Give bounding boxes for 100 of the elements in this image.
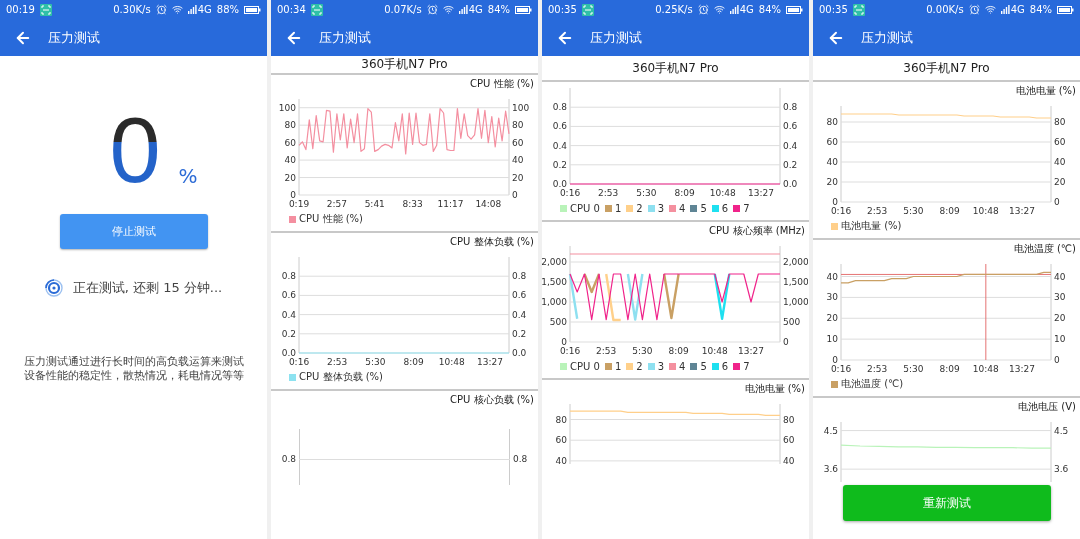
axis-tick-label: 0.8 [281,271,296,282]
axis-tick-label: 0.0 [783,179,798,189]
app-title: 压力测试 [590,28,642,47]
alarm-icon [968,4,980,15]
alarm-icon [697,4,709,15]
axis-tick-label: 0 [561,337,567,347]
axis-tick-label: 500 [549,317,567,327]
axis-tick-label: 2,000 [783,257,808,267]
battery-icon [786,5,803,14]
app-title: 压力测试 [48,28,100,47]
legend-label: CPU 0 [570,360,600,372]
axis-tick-label: 2:53 [327,357,348,367]
axis-tick-label: 60 [284,137,296,148]
wifi-icon [984,4,996,15]
axis-tick-label: 8:09 [668,346,689,356]
signal-icon [729,5,739,14]
spinner-icon [44,279,63,297]
axis-tick-label: 0.8 [280,454,296,464]
axis-tick-label: 0:16 [559,346,581,356]
axis-tick-label: 0 [512,190,518,200]
axis-tick-label: 5:30 [632,346,653,356]
axis-tick-label: 20 [826,177,838,187]
axis-tick-label: 80 [826,117,838,127]
status-text: 正在测试, 还剩 15 分钟... [72,279,223,297]
network-type: 4G [739,4,754,15]
axis-tick-label: 0 [1054,197,1060,207]
axis-tick-label: 10:48 [972,364,999,374]
axis-tick-label: 0:16 [559,188,581,198]
axis-tick-label: 10:48 [972,206,999,216]
network-type: 4G [468,4,483,15]
axis-tick-label: 0.6 [552,121,567,132]
axis-tick-label: 0.2 [783,159,798,170]
axis-tick-label: 0.2 [552,159,567,170]
network-speed: 0.00K/s [926,4,964,15]
retest-button[interactable]: 重新测试 [842,485,1051,521]
chart-title: CPU 性能 (%) [470,77,535,91]
axis-tick-label: 100 [512,102,530,113]
axis-tick-label: 2:53 [867,206,888,216]
network-type: 4G [1010,4,1025,15]
axis-tick-label: 0 [1054,355,1060,365]
stop-button[interactable]: 停止测试 [59,214,208,249]
description-text: 压力测试通过进行长时间的高负载运算来测试设备性能的稳定性，散热情况，耗电情况等等 [23,355,244,383]
axis-tick-label: 13:27 [747,188,774,198]
legend-label: 电池温度 (℃) [841,377,904,391]
axis-tick-label: 4.5 [823,425,838,436]
legend-label: CPU 整体负载 (%) [299,370,383,384]
signal-icon [458,5,468,14]
axis-tick-label: 13:27 [738,346,764,356]
axis-tick-label: 0.6 [512,290,527,301]
axis-tick-label: 1,000 [542,297,567,307]
axis-tick-label: 0.0 [552,179,567,189]
axis-tick-label: 0.4 [281,309,296,320]
app-icon [581,3,594,16]
axis-tick-label: 0.4 [512,309,527,320]
axis-tick-label: 10 [826,334,838,345]
progress-unit: % [178,164,198,188]
legend-label: 3 [657,360,664,372]
axis-tick-label: 3.6 [1054,464,1069,475]
axis-tick-label: 20 [284,172,296,183]
legend-label: 3 [657,202,664,214]
axis-tick-label: 100 [278,102,296,113]
axis-tick-label: 0.4 [783,140,798,151]
device-title: 360手机N7 Pro [813,56,1080,82]
axis-tick-label: 5:30 [636,188,657,198]
axis-tick-label: 0.8 [552,102,567,113]
axis-tick-label: 13:27 [476,357,503,367]
axis-tick-label: 40 [826,271,838,282]
battery-percent: 84% [487,4,510,15]
network-type: 4G [197,4,212,15]
axis-tick-label: 8:09 [939,206,960,216]
axis-tick-label: 14:08 [475,199,502,209]
axis-tick-label: 80 [512,120,524,131]
status-time: 00:35 [548,4,577,15]
axis-tick-label: 4.5 [1054,425,1069,436]
axis-tick-label: 0 [832,355,838,365]
battery-percent: 88% [216,4,239,15]
axis-tick-label: 30 [1054,292,1066,303]
axis-tick-label: 5:30 [903,206,924,216]
legend-label: 2 [636,360,643,372]
legend-label: 5 [700,202,707,214]
axis-tick-label: 40 [826,157,838,167]
device-title: 360手机N7 Pro [271,56,538,75]
legend-label: 4 [679,360,686,372]
axis-tick-label: 80 [284,120,296,131]
axis-tick-label: 20 [826,313,838,324]
app-icon [310,3,323,16]
wifi-icon [171,4,183,15]
axis-tick-label: 60 [783,435,795,446]
network-speed: 0.25K/s [655,4,693,15]
axis-tick-label: 60 [826,137,838,147]
battery-percent: 84% [1029,4,1052,15]
legend-label: 7 [743,360,750,372]
chart-title: 电池电量 (%) [744,382,806,396]
axis-tick-label: 13:27 [1009,364,1035,374]
axis-tick-label: 5:30 [903,364,924,374]
axis-tick-label: 2,000 [542,257,567,267]
axis-tick-label: 500 [783,317,801,327]
axis-tick-label: 60 [555,435,567,446]
axis-tick-label: 0.8 [783,102,798,113]
status-time: 00:34 [277,4,306,15]
